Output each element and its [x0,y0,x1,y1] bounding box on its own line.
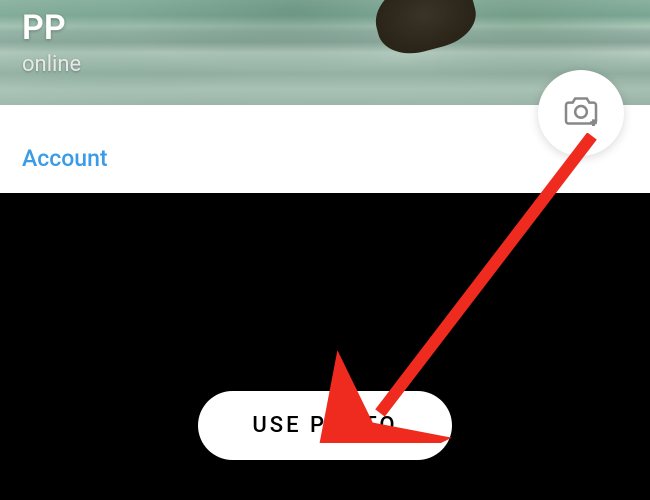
camera-add-icon [561,91,601,135]
use-photo-button[interactable]: USE PHOTO [198,391,451,460]
camera-fab-button[interactable] [538,70,624,156]
account-section-label: Account [22,145,108,172]
photo-action-overlay: USE PHOTO [0,193,650,500]
app-screen: PP online Account USE PHOTO [0,0,650,500]
profile-name: PP [22,8,66,48]
profile-status: online [22,52,81,77]
